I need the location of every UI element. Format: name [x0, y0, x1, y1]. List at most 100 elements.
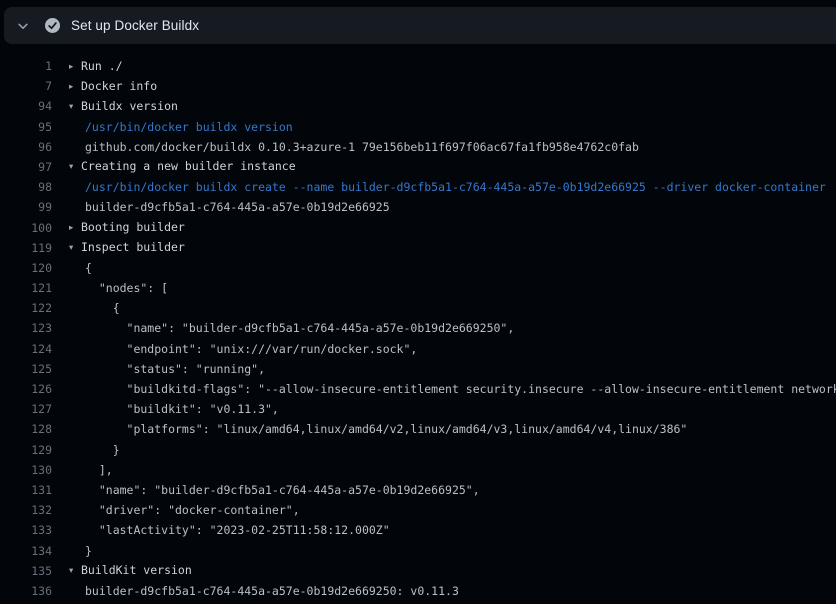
- log-line: 100 ▸Booting builder: [0, 218, 836, 238]
- group-title: Booting builder: [81, 220, 185, 234]
- step-title: Set up Docker Buildx: [71, 18, 199, 33]
- step-header[interactable]: Set up Docker Buildx: [4, 7, 836, 44]
- line-number[interactable]: 121: [0, 278, 52, 298]
- log-output-text: "platforms": "linux/amd64,linux/amd64/v2…: [85, 419, 687, 439]
- line-number[interactable]: 122: [0, 298, 52, 318]
- log-group-header[interactable]: ▸Docker info: [69, 76, 157, 96]
- line-number[interactable]: 119: [0, 238, 52, 258]
- log-line: 123 "name": "builder-d9cfb5a1-c764-445a-…: [0, 318, 836, 338]
- line-number[interactable]: 135: [0, 561, 52, 581]
- log-group-header[interactable]: ▸Run ./: [69, 56, 123, 76]
- log-output-text: "status": "running",: [85, 359, 265, 379]
- triangle-right-icon: ▸: [69, 218, 81, 238]
- log-line: 7 ▸Docker info: [0, 76, 836, 96]
- line-number[interactable]: 134: [0, 541, 52, 561]
- group-title: Creating a new builder instance: [81, 159, 296, 173]
- log-output-text: ],: [85, 460, 113, 480]
- log-line: 1 ▸Run ./: [0, 56, 836, 76]
- check-circle-icon: [45, 18, 60, 33]
- log-line: 127 "buildkit": "v0.11.3",: [0, 399, 836, 419]
- log-output-text: builder-d9cfb5a1-c764-445a-a57e-0b19d2e6…: [85, 581, 459, 601]
- line-number[interactable]: 127: [0, 399, 52, 419]
- triangle-right-icon: ▸: [69, 57, 81, 77]
- log-command-text: /usr/bin/docker buildx create --name bui…: [85, 177, 826, 197]
- triangle-right-icon: ▸: [69, 77, 81, 97]
- log-line: 130 ],: [0, 460, 836, 480]
- line-number[interactable]: 120: [0, 258, 52, 278]
- triangle-down-icon: ▾: [69, 238, 81, 258]
- log-output-text: "buildkit": "v0.11.3",: [85, 399, 279, 419]
- line-number[interactable]: 95: [0, 117, 52, 137]
- line-number[interactable]: 1: [0, 56, 52, 76]
- group-title: Inspect builder: [81, 240, 185, 254]
- log-line: 119 ▾Inspect builder: [0, 238, 836, 258]
- log-line: 99 builder-d9cfb5a1-c764-445a-a57e-0b19d2…: [0, 197, 836, 217]
- triangle-down-icon: ▾: [69, 561, 81, 581]
- log-line: 131 "name": "builder-d9cfb5a1-c764-445a-…: [0, 480, 836, 500]
- log-output-text: builder-d9cfb5a1-c764-445a-a57e-0b19d2e6…: [85, 197, 390, 217]
- line-number[interactable]: 129: [0, 440, 52, 460]
- triangle-down-icon: ▾: [69, 97, 81, 117]
- log-line: 129 }: [0, 440, 836, 460]
- log-output-text: "name": "builder-d9cfb5a1-c764-445a-a57e…: [85, 318, 514, 338]
- log-line: 98/usr/bin/docker buildx create --name b…: [0, 177, 836, 197]
- log-lines: 1▸Run ./7▸Docker info94▾Buildx version95…: [0, 44, 836, 604]
- line-number[interactable]: 133: [0, 520, 52, 540]
- log-line: 122 {: [0, 298, 836, 318]
- line-number[interactable]: 124: [0, 339, 52, 359]
- log-line: 128 "platforms": "linux/amd64,linux/amd6…: [0, 419, 836, 439]
- log-line: 121 "nodes": [: [0, 278, 836, 298]
- log-line: 132 "driver": "docker-container",: [0, 500, 836, 520]
- log-output-text: }: [85, 541, 92, 561]
- log-line: 96 github.com/docker/buildx 0.10.3+azure-…: [0, 137, 836, 157]
- log-output-text: {: [85, 298, 120, 318]
- line-number[interactable]: 100: [0, 218, 52, 238]
- line-number[interactable]: 131: [0, 480, 52, 500]
- log-output-text: "driver": "docker-container",: [85, 500, 300, 520]
- log-group-header[interactable]: ▾BuildKit version: [69, 561, 192, 581]
- log-line: 133 "lastActivity": "2023-02-25T11:58:12…: [0, 520, 836, 540]
- log-line: 134}: [0, 541, 836, 561]
- log-command-text: /usr/bin/docker buildx version: [85, 117, 293, 137]
- log-line: 135 ▾BuildKit version: [0, 561, 836, 581]
- line-number[interactable]: 126: [0, 379, 52, 399]
- group-title: BuildKit version: [81, 563, 192, 577]
- log-group-header[interactable]: ▾Creating a new builder instance: [69, 157, 296, 177]
- line-number[interactable]: 125: [0, 359, 52, 379]
- log-output-text: }: [85, 440, 120, 460]
- line-number[interactable]: 130: [0, 460, 52, 480]
- log-line: 120 {: [0, 258, 836, 278]
- log-output-text: github.com/docker/buildx 0.10.3+azure-1 …: [85, 137, 639, 157]
- log-output-text: "buildkitd-flags": "--allow-insecure-ent…: [85, 379, 836, 399]
- log-line: 125 "status": "running",: [0, 359, 836, 379]
- group-title: Buildx version: [81, 99, 178, 113]
- log-group-header[interactable]: ▸Booting builder: [69, 218, 185, 238]
- group-title: Run ./: [81, 59, 123, 73]
- line-number[interactable]: 97: [0, 157, 52, 177]
- line-number[interactable]: 96: [0, 137, 52, 157]
- log-output-text: "nodes": [: [85, 278, 168, 298]
- line-number[interactable]: 136: [0, 581, 52, 601]
- log-output-text: "endpoint": "unix:///var/run/docker.sock…: [85, 339, 417, 359]
- log-line: 126 "buildkitd-flags": "--allow-insecure…: [0, 379, 836, 399]
- line-number[interactable]: 94: [0, 96, 52, 116]
- log-line: 95/usr/bin/docker buildx version: [0, 117, 836, 137]
- line-number[interactable]: 7: [0, 76, 52, 96]
- line-number[interactable]: 99: [0, 197, 52, 217]
- group-title: Docker info: [81, 79, 157, 93]
- log-output-text: {: [85, 258, 92, 278]
- log-output-text: "name": "builder-d9cfb5a1-c764-445a-a57e…: [85, 480, 480, 500]
- line-number[interactable]: 98: [0, 177, 52, 197]
- log-line: 97 ▾Creating a new builder instance: [0, 157, 836, 177]
- log-line: 124 "endpoint": "unix:///var/run/docker.…: [0, 339, 836, 359]
- line-number[interactable]: 128: [0, 419, 52, 439]
- log-line: 94 ▾Buildx version: [0, 96, 836, 116]
- log-group-header[interactable]: ▾Inspect builder: [69, 238, 185, 258]
- log-line: 136 builder-d9cfb5a1-c764-445a-a57e-0b19d…: [0, 581, 836, 601]
- chevron-down-icon[interactable]: [16, 19, 30, 33]
- log-output-text: "lastActivity": "2023-02-25T11:58:12.000…: [85, 520, 390, 540]
- line-number[interactable]: 132: [0, 500, 52, 520]
- triangle-down-icon: ▾: [69, 157, 81, 177]
- log-group-header[interactable]: ▾Buildx version: [69, 96, 178, 116]
- line-number[interactable]: 123: [0, 318, 52, 338]
